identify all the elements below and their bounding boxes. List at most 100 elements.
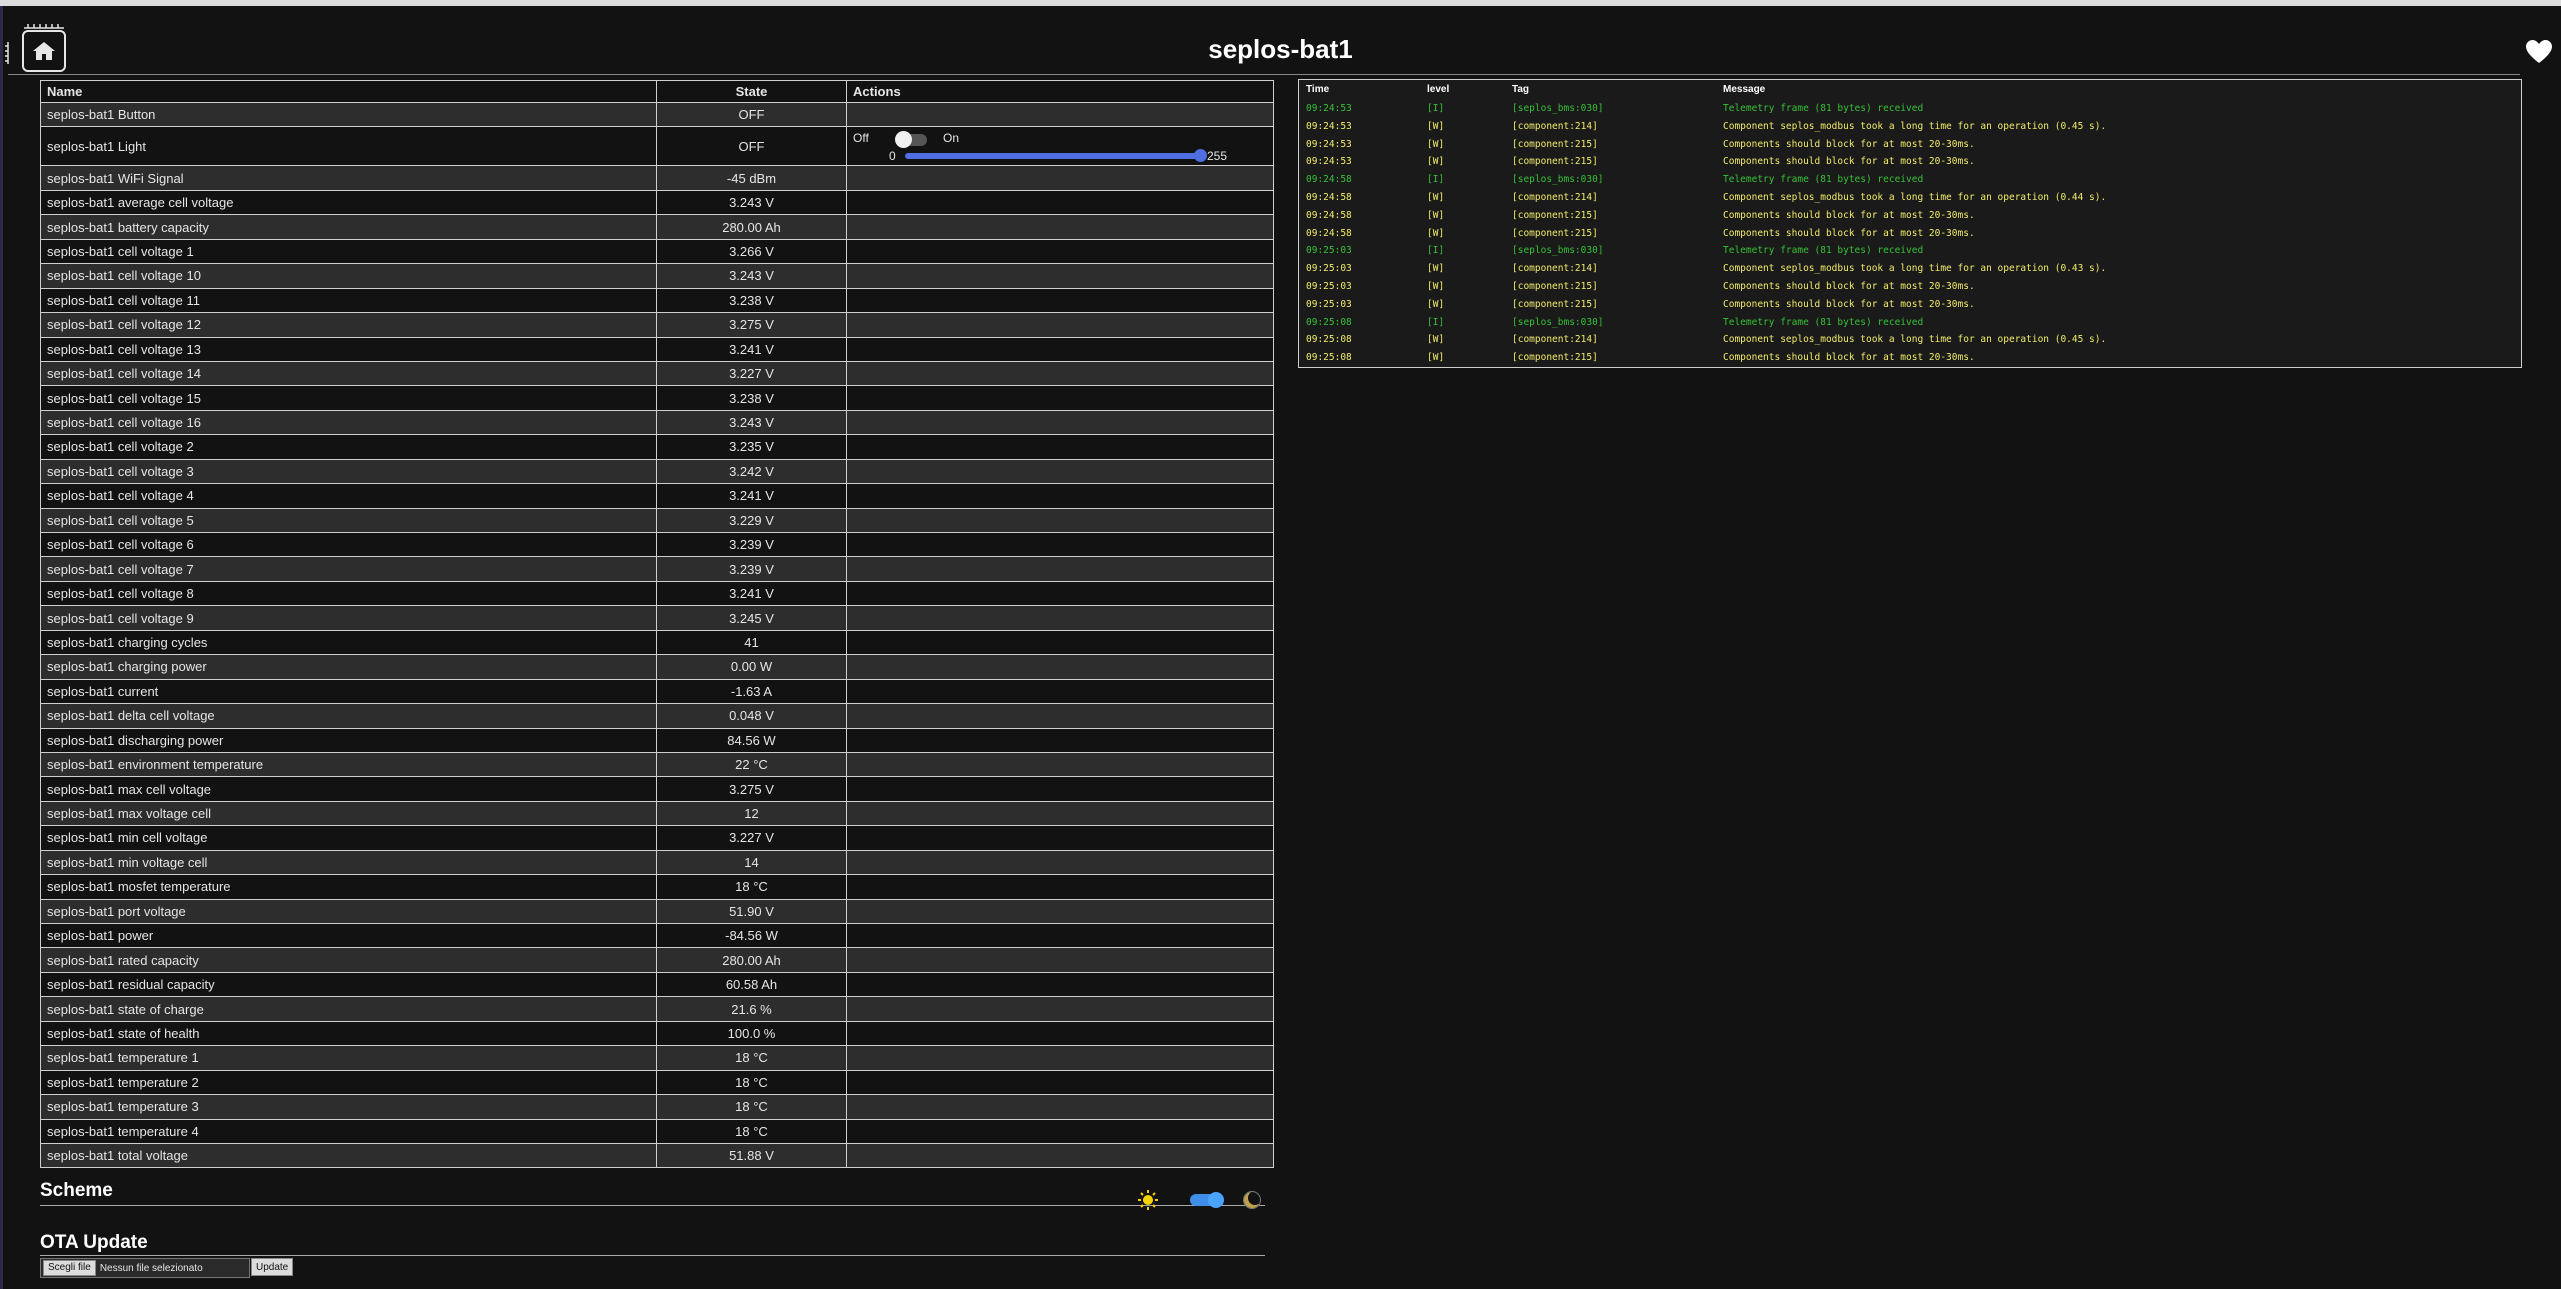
heart-icon[interactable] — [2526, 40, 2552, 64]
entity-name: seplos-bat1 temperature 4 — [40, 1118, 657, 1144]
entity-state: 3.275 V — [656, 776, 847, 802]
entity-actions — [846, 165, 1274, 191]
choose-file-button[interactable]: Scegli file — [43, 1260, 96, 1276]
entity-actions — [846, 703, 1274, 729]
entity-name: seplos-bat1 max voltage cell — [40, 800, 657, 827]
window-left-edge — [0, 6, 3, 1289]
entity-state: 18 °C — [656, 1118, 847, 1144]
log-entry: 09:25:08 [W] [component:214] Component sepl… — [1299, 331, 2521, 349]
log-message: Components should block for at most 20-3… — [1723, 298, 1975, 310]
table-row: seplos-bat1 charging cycles 41 — [40, 629, 1274, 656]
table-row: seplos-bat1 rated capacity 280.00 Ah — [40, 947, 1274, 973]
entity-state: 3.227 V — [656, 360, 847, 387]
log-level: [W] — [1427, 138, 1445, 150]
entity-state: 12 — [656, 800, 847, 827]
entity-name: seplos-bat1 cell voltage 13 — [40, 336, 657, 362]
table-row: seplos-bat1 discharging power 84.56 W — [40, 727, 1274, 753]
entity-state: 3.243 V — [656, 189, 847, 216]
entity-name: seplos-bat1 Button — [40, 101, 657, 128]
light-switch[interactable] — [895, 131, 927, 149]
entity-state: 21.6 % — [656, 996, 847, 1022]
entity-actions — [846, 458, 1274, 485]
log-tag: [component:214] — [1512, 191, 1598, 203]
entity-state: 0.048 V — [656, 703, 847, 729]
entity-actions — [846, 605, 1274, 631]
entity-actions — [846, 1045, 1274, 1071]
table-row: seplos-bat1 WiFi Signal -45 dBm — [40, 165, 1274, 191]
log-tag: [seplos_bms:030] — [1512, 174, 1604, 186]
log-tag: [component:215] — [1512, 209, 1598, 221]
log-message: Telemetry frame (81 bytes) received — [1723, 316, 1924, 328]
brightness-slider[interactable] — [905, 149, 1207, 163]
entity-state: 51.88 V — [656, 1142, 847, 1169]
sun-icon — [1138, 1190, 1158, 1210]
table-row: seplos-bat1 temperature 3 18 °C — [40, 1094, 1274, 1120]
entity-state: 100.0 % — [656, 1020, 847, 1047]
entity-state: 3.235 V — [656, 434, 847, 460]
table-row: seplos-bat1 total voltage 51.88 V — [40, 1142, 1274, 1169]
entity-name: seplos-bat1 cell voltage 14 — [40, 360, 657, 387]
log-level: [W] — [1427, 263, 1445, 275]
log-tag: [component:214] — [1512, 120, 1598, 132]
log-level: [W] — [1427, 209, 1445, 221]
update-button[interactable]: Update — [251, 1258, 294, 1276]
entity-actions — [846, 507, 1274, 534]
table-row: seplos-bat1 Button OFF — [40, 101, 1274, 128]
table-row: seplos-bat1 delta cell voltage 0.048 V — [40, 703, 1274, 729]
log-level: [W] — [1427, 191, 1445, 203]
log-entry: 09:24:53 [I] [seplos_bms:030] Telemetry fra… — [1299, 100, 2521, 118]
log-tag: [component:214] — [1512, 334, 1598, 346]
entity-state: 3.245 V — [656, 605, 847, 631]
log-level: [W] — [1427, 298, 1445, 310]
log-level: [W] — [1427, 156, 1445, 168]
table-row: seplos-bat1 min cell voltage 3.227 V — [40, 825, 1274, 851]
log-tag: [component:215] — [1512, 227, 1598, 239]
column-header-name: Name — [40, 80, 657, 103]
log-level: [I] — [1427, 174, 1445, 186]
log-message: Telemetry frame (81 bytes) received — [1723, 245, 1924, 257]
brightness-slider-thumb[interactable] — [1194, 149, 1207, 163]
log-time: 09:24:53 — [1306, 138, 1352, 150]
entity-actions — [846, 1118, 1274, 1144]
entity-name: seplos-bat1 mosfet temperature — [40, 874, 657, 900]
log-time: 09:25:03 — [1306, 263, 1352, 275]
entity-actions — [846, 971, 1274, 998]
entity-name: seplos-bat1 max cell voltage — [40, 776, 657, 802]
log-level: [W] — [1427, 227, 1445, 239]
log-tag: [component:215] — [1512, 156, 1598, 168]
table-row: seplos-bat1 cell voltage 12 3.275 V — [40, 312, 1274, 338]
entity-actions — [846, 409, 1274, 436]
log-time: 09:24:53 — [1306, 156, 1352, 168]
brightness-min-label: 0 — [889, 149, 896, 164]
entity-name: seplos-bat1 average cell voltage — [40, 189, 657, 216]
table-row: seplos-bat1 temperature 4 18 °C — [40, 1118, 1274, 1144]
log-message: Components should block for at most 20-3… — [1723, 138, 1975, 150]
table-row: seplos-bat1 cell voltage 3 3.242 V — [40, 458, 1274, 485]
table-row: seplos-bat1 cell voltage 15 3.238 V — [40, 385, 1274, 411]
firmware-file-input[interactable]: Scegli file Nessun file selezionato — [40, 1258, 250, 1278]
light-switch-knob — [895, 131, 912, 149]
table-row: seplos-bat1 cell voltage 13 3.241 V — [40, 336, 1274, 362]
table-row: seplos-bat1 port voltage 51.90 V — [40, 898, 1274, 925]
table-row: seplos-bat1 battery capacity 280.00 Ah — [40, 214, 1274, 240]
log-tag: [component:215] — [1512, 138, 1598, 150]
entity-name: seplos-bat1 cell voltage 15 — [40, 385, 657, 411]
entity-state: 3.241 V — [656, 336, 847, 362]
log-tag: [component:215] — [1512, 352, 1598, 364]
entity-state: 3.243 V — [656, 409, 847, 436]
log-time: 09:24:53 — [1306, 103, 1352, 114]
entity-state: 51.90 V — [656, 898, 847, 925]
log-panel[interactable]: Time level Tag Message 09:24:53 [I] [seplo… — [1298, 79, 2522, 368]
entity-name: seplos-bat1 charging power — [40, 654, 657, 680]
entity-state: -84.56 W — [656, 922, 847, 949]
scheme-toggle[interactable] — [1190, 1192, 1224, 1208]
page-title: seplos-bat1 — [1208, 34, 1353, 64]
entity-state: 3.239 V — [656, 531, 847, 558]
scheme-toggle-knob — [1208, 1192, 1224, 1208]
table-row: seplos-bat1 power -84.56 W — [40, 922, 1274, 949]
entity-actions — [846, 922, 1274, 949]
log-header-tag: Tag — [1512, 84, 1530, 95]
log-header-row: Time level Tag Message — [1299, 80, 2521, 100]
log-message: Component seplos_modbus took a long time… — [1723, 263, 2107, 275]
log-entry: 09:25:03 [W] [component:215] Components sho… — [1299, 296, 2521, 314]
